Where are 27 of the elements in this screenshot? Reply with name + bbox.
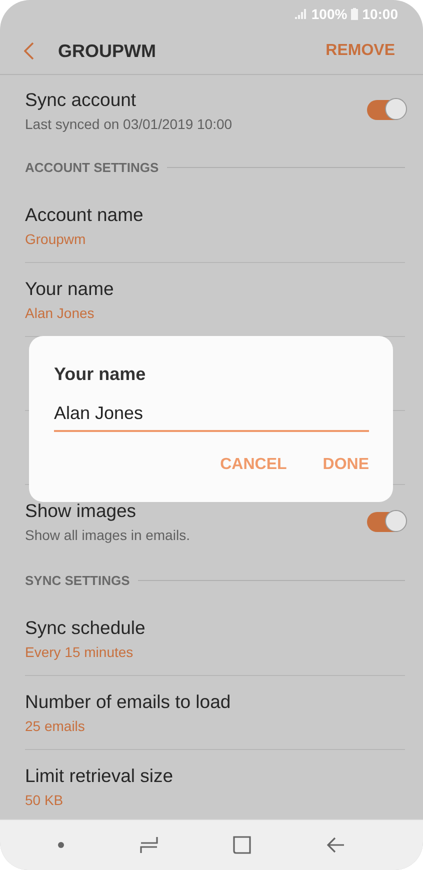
setting-title[interactable]: Sync schedule [25, 617, 405, 639]
screen-title: GROUPWM [58, 40, 157, 62]
setting-value: 25 emails [25, 718, 86, 734]
setting-title[interactable]: Show images [25, 500, 367, 522]
section-header: ACCOUNT SETTINGS [25, 160, 159, 174]
section-header: SYNC SETTINGS [25, 572, 130, 588]
dot-icon[interactable] [58, 842, 64, 848]
name-input-field[interactable]: Alan Jones [54, 403, 369, 432]
setting-title[interactable]: Sync account [25, 88, 367, 110]
setting-value: Groupwm [25, 231, 87, 247]
back-arrow-icon[interactable] [327, 837, 346, 853]
setting-title[interactable]: Account name [25, 204, 405, 226]
setting-value: Every 15 minutes [25, 644, 134, 660]
recent-apps-icon[interactable] [140, 836, 158, 854]
setting-value: Alan Jones [25, 305, 96, 321]
setting-value: Last synced on 03/01/2019 10:00 [25, 116, 234, 132]
setting-title[interactable]: Limit retrieval size [25, 765, 405, 787]
setting-value: 50 KB [25, 792, 64, 808]
setting-title[interactable]: Number of emails to load [25, 691, 405, 713]
toggle-switch[interactable] [367, 512, 405, 532]
home-icon[interactable] [233, 836, 252, 854]
setting-value: Show all images in emails. [25, 527, 191, 543]
toggle-switch[interactable] [367, 100, 405, 120]
battery-icon [351, 8, 358, 20]
setting-title[interactable]: Your name [25, 278, 405, 300]
dialog-title: Your name [54, 364, 147, 385]
signal-icon [295, 9, 308, 19]
